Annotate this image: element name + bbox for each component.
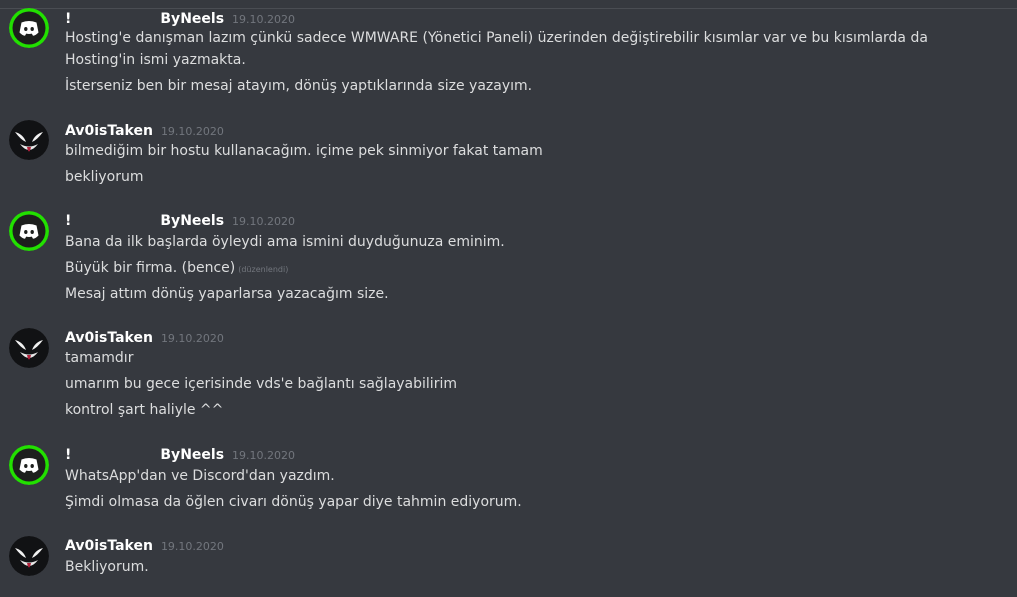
venom-face-icon[interactable] [9,328,49,368]
message-text: WhatsApp'dan ve Discord'dan yazdım. [65,468,335,484]
message-text: kontrol şart haliyle ^^ [65,402,224,418]
author-name[interactable]: Av0isTaken [65,330,153,346]
edited-label: (düzenlendi) [238,265,289,274]
message-text: Hosting'e danışman lazım çünkü sadece WM… [65,30,928,68]
message-timestamp[interactable]: 19.10.2020 [232,449,295,462]
message-text: Büyük bir firma. (bence) [65,260,236,276]
author-prefix[interactable]: ! [65,447,71,463]
author-name[interactable]: ByNeels [160,213,224,229]
message-header: Av0isTaken 19.10.2020 [65,327,224,347]
message-text: Mesaj attım dönüş yaparlarsa yazacağım s… [65,286,389,302]
message-timestamp[interactable]: 19.10.2020 [232,215,295,228]
message-header: ! ByNeels 19.10.2020 [65,444,295,464]
message-text: bilmediğim bir hostu kullanacağım. içime… [65,143,543,159]
message-timestamp[interactable]: 19.10.2020 [161,332,224,345]
message-text: Bana da ilk başlarda öyleydi ama ismini … [65,234,505,250]
author-name[interactable]: ByNeels [160,447,224,463]
discord-logo-icon[interactable] [9,8,49,48]
author-prefix[interactable]: ! [65,11,71,27]
message-text: İsterseniz ben bir mesaj atayım, dönüş y… [65,78,533,94]
message-header: ! ByNeels 19.10.2020 [65,8,295,28]
message-text: Bekliyorum. [65,559,149,575]
message-timestamp[interactable]: 19.10.2020 [161,125,224,138]
author-name[interactable]: Av0isTaken [65,538,153,554]
message-text: bekliyorum [65,169,144,185]
author-prefix[interactable]: ! [65,213,71,229]
message-header: ! ByNeels 19.10.2020 [65,210,295,230]
author-name[interactable]: Av0isTaken [65,123,153,139]
message-text-edited: Büyük bir firma. (bence) (düzenlendi) [65,257,985,281]
author-name[interactable]: ByNeels [160,11,224,27]
message-timestamp[interactable]: 19.10.2020 [161,540,224,553]
venom-face-icon[interactable] [9,120,49,160]
discord-logo-icon[interactable] [9,211,49,251]
message-timestamp[interactable]: 19.10.2020 [232,13,295,26]
message-header: Av0isTaken 19.10.2020 [65,120,224,140]
venom-face-icon[interactable] [9,536,49,576]
discord-logo-icon[interactable] [9,445,49,485]
message-text: Şimdi olmasa da öğlen civarı dönüş yapar… [65,494,522,510]
message-text: umarım bu gece içerisinde vds'e bağlantı… [65,376,457,392]
message-text: tamamdır [65,350,134,366]
message-header: Av0isTaken 19.10.2020 [65,535,224,555]
